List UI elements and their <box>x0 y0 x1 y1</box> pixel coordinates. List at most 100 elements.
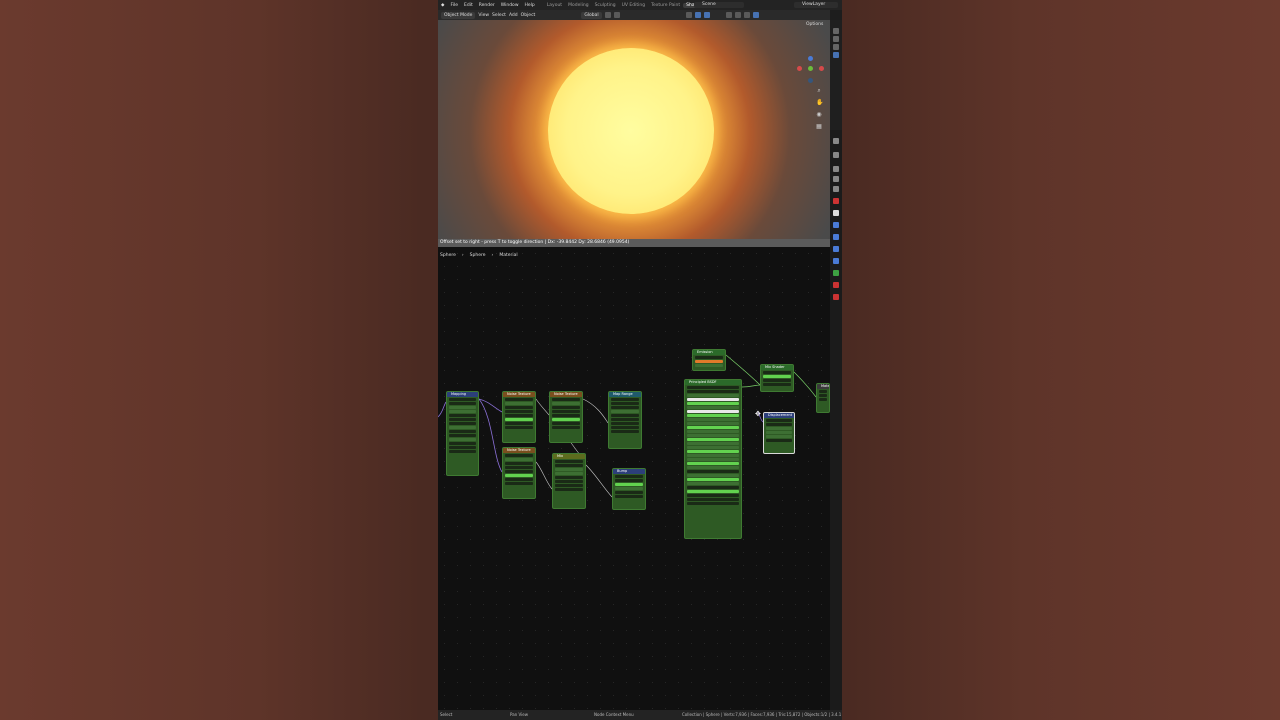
node-title: Principled BSDF <box>685 380 741 385</box>
shading-rendered-icon[interactable] <box>752 12 759 18</box>
modal-operator-status: Offset set to right - press T to toggle … <box>438 239 830 247</box>
node-noise-texture-1[interactable]: Noise Texture <box>502 391 536 443</box>
breadcrumb-separator-icon: › <box>491 253 494 258</box>
node-title: Mapping <box>447 392 478 397</box>
tab-texture-paint[interactable]: Texture Paint <box>648 3 683 8</box>
object-mode-dropdown[interactable]: Object Mode <box>441 11 476 19</box>
node-mix-shader[interactable]: Mix Shader <box>760 364 794 392</box>
breadcrumb-material[interactable]: Material <box>499 253 517 258</box>
breadcrumb-separator-icon: › <box>461 253 464 258</box>
node-emission[interactable]: Emission <box>692 349 726 371</box>
status-select: Select <box>440 712 453 717</box>
status-pan-view: Pan View <box>510 712 528 717</box>
viewport-header: Object Mode View Select Add Object Globa… <box>438 10 830 20</box>
output-properties-icon[interactable] <box>833 152 839 158</box>
menu-window[interactable]: Window <box>498 3 522 8</box>
render-properties-icon[interactable] <box>833 138 839 144</box>
menu-object[interactable]: Object <box>521 13 536 18</box>
options-button[interactable]: Options <box>806 22 823 27</box>
node-noise-texture-3[interactable]: Noise Texture <box>502 447 536 499</box>
node-title: Mix Shader <box>761 365 793 370</box>
sun-sphere[interactable] <box>548 48 714 214</box>
menu-file[interactable]: File <box>447 3 461 8</box>
data-icon[interactable] <box>833 270 839 276</box>
node-map-range[interactable]: Map Range <box>608 391 642 449</box>
menu-view[interactable]: View <box>478 13 489 18</box>
blender-window: ◆ File Edit Render Window Help Layout Mo… <box>438 0 842 720</box>
breadcrumb-mesh[interactable]: Sphere <box>470 253 486 258</box>
breadcrumb-object[interactable]: Sphere <box>440 253 456 258</box>
node-principled-bsdf[interactable]: Principled BSDF <box>684 379 742 539</box>
node-bump[interactable]: Bump <box>612 468 646 510</box>
node-title: Noise Texture <box>550 392 582 397</box>
gizmo-toggle-icon[interactable] <box>694 12 701 18</box>
view-layer-icon[interactable] <box>833 166 839 172</box>
constraints-icon[interactable] <box>833 258 839 264</box>
snap-icon[interactable] <box>604 12 611 18</box>
3d-viewport[interactable]: ⌕ ✋ ◉ ▦ <box>438 20 830 239</box>
shading-material-icon[interactable] <box>743 12 750 18</box>
node-title: Mix <box>553 454 585 459</box>
proportional-edit-icon[interactable] <box>613 12 620 18</box>
status-scene-stats: Collection | Sphere | Verts:7,936 | Face… <box>682 712 842 717</box>
pan-hand-icon[interactable]: ✋ <box>816 100 823 106</box>
material-icon[interactable] <box>833 282 839 288</box>
texture-icon[interactable] <box>833 294 839 300</box>
view-layer-selector[interactable]: ViewLayer <box>794 2 838 8</box>
menu-render[interactable]: Render <box>476 3 498 8</box>
object-properties-icon[interactable] <box>833 210 839 216</box>
collection-icon[interactable] <box>833 52 839 58</box>
item-icon[interactable] <box>833 44 839 50</box>
orientation-dropdown[interactable]: Global <box>581 11 602 19</box>
properties-tabs <box>830 130 842 710</box>
tab-layout[interactable]: Layout <box>544 3 565 8</box>
blender-logo-icon[interactable]: ◆ <box>438 3 447 8</box>
menu-help[interactable]: Help <box>522 3 538 8</box>
move-cursor-icon: ✥ <box>755 410 761 418</box>
axis-x-icon[interactable] <box>819 66 824 71</box>
menu-select[interactable]: Select <box>492 13 506 18</box>
menu-edit[interactable]: Edit <box>461 3 476 8</box>
node-title: Emission <box>693 350 725 355</box>
axis-neg-x-icon[interactable] <box>797 66 802 71</box>
grid-toggle-icon[interactable]: ▦ <box>816 124 822 130</box>
node-title: Noise Texture <box>503 392 535 397</box>
menu-add[interactable]: Add <box>509 13 518 18</box>
status-bar: Select Pan View Node Context Menu Collec… <box>438 710 842 720</box>
tool-icon[interactable] <box>833 28 839 34</box>
world-icon[interactable] <box>833 186 839 192</box>
scene-icon[interactable] <box>833 176 839 182</box>
particles-icon[interactable] <box>833 234 839 240</box>
axis-neg-z-icon[interactable] <box>808 78 813 83</box>
top-menu-bar: ◆ File Edit Render Window Help Layout Mo… <box>438 0 842 10</box>
node-title: Map Range <box>609 392 641 397</box>
axis-y-icon[interactable] <box>808 66 813 71</box>
tab-sculpting[interactable]: Sculpting <box>592 3 619 8</box>
physics-icon[interactable] <box>833 246 839 252</box>
scene-selector[interactable]: Scene <box>694 2 744 8</box>
node-mapping[interactable]: Mapping <box>446 391 479 476</box>
breadcrumb: Sphere › Sphere › Material <box>440 253 518 258</box>
shader-node-editor[interactable]: Sphere › Sphere › Material Mapping Noise… <box>438 247 830 710</box>
node-displacement[interactable]: Displacement <box>763 412 795 454</box>
visibility-icon[interactable] <box>685 12 692 18</box>
overlay-toggle-icon[interactable] <box>703 12 710 18</box>
status-context-menu: Node Context Menu <box>594 712 634 717</box>
node-title: Bump <box>613 469 645 474</box>
axis-z-icon[interactable] <box>808 56 813 61</box>
node-mix[interactable]: Mix <box>552 453 586 509</box>
camera-icon[interactable]: ◉ <box>816 112 822 118</box>
tab-uv-editing[interactable]: UV Editing <box>619 3 648 8</box>
modifier-icon[interactable] <box>833 222 839 228</box>
node-noise-texture-2[interactable]: Noise Texture <box>549 391 583 443</box>
zoom-icon[interactable]: ⌕ <box>816 88 822 94</box>
node-material-output[interactable]: Material Output <box>816 383 830 413</box>
collection-properties-icon[interactable] <box>833 198 839 204</box>
node-title: Displacement <box>764 413 794 418</box>
shading-wireframe-icon[interactable] <box>725 12 732 18</box>
view-icon[interactable] <box>833 36 839 42</box>
tab-modeling[interactable]: Modeling <box>565 3 591 8</box>
shading-solid-icon[interactable] <box>734 12 741 18</box>
node-title: Noise Texture <box>503 448 535 453</box>
navigation-gizmo[interactable]: ⌕ ✋ ◉ ▦ <box>796 54 826 144</box>
